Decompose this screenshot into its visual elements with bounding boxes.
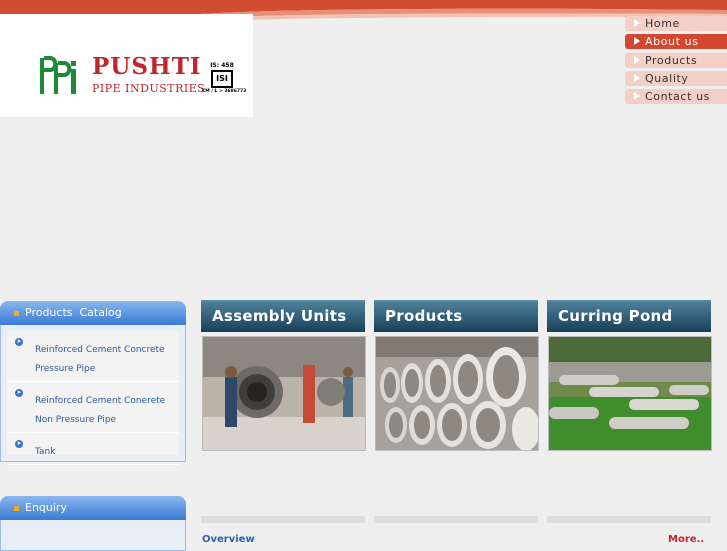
curing-pond-photo xyxy=(548,336,712,451)
nav-label: Home xyxy=(645,17,680,30)
panel-body xyxy=(0,520,186,551)
section-footer xyxy=(201,516,365,523)
brand-subtitle: PIPE INDUSTRIES xyxy=(92,82,206,95)
nav-item-quality[interactable]: Quality xyxy=(625,70,727,86)
panel-title: Products Catalog xyxy=(25,306,122,319)
catalog-list: ➤ Reinforced Cement Concrete Pressure Pi… xyxy=(7,331,179,465)
section-curring-pond: Curring Pond xyxy=(547,300,712,523)
catalog-item-label: Reinforced Cement Conerete Non Pressure … xyxy=(35,396,166,425)
nav-label: Quality xyxy=(645,71,689,85)
nav-label: Contact us xyxy=(645,90,710,104)
section-assembly-units: Assembly Units xyxy=(201,300,366,523)
section-header: Curring Pond xyxy=(547,300,711,332)
section-title: Assembly Units xyxy=(212,307,347,325)
section-products: Products xyxy=(374,300,539,523)
ppi-logo-mark xyxy=(38,55,80,97)
isi-certification: IS: 458 ISI CM / L > 3686773 xyxy=(202,62,247,98)
factory-workers-photo xyxy=(202,336,366,451)
section-title: Products xyxy=(385,307,463,325)
arrow-right-icon xyxy=(634,92,640,101)
catalog-item-label: Reinforced Cement Concrete Pressure Pipe xyxy=(35,345,165,374)
products-catalog-panel: Products Catalog ➤ Reinforced Cement Con… xyxy=(0,301,186,465)
catalog-item-rcc-non-pressure-pipe[interactable]: ➤ Reinforced Cement Conerete Non Pressur… xyxy=(7,382,179,433)
nav-item-contact-us[interactable]: Contact us xyxy=(625,89,727,105)
cert-standard: IS: 458 xyxy=(210,62,234,69)
section-title: Curring Pond xyxy=(558,307,673,325)
arrow-right-icon xyxy=(634,55,640,64)
brand-name: PUSHTI xyxy=(92,53,202,80)
arrow-circle-icon: ➤ xyxy=(15,338,23,346)
bullet-icon xyxy=(14,311,19,316)
section-header: Products xyxy=(374,300,538,332)
more-link[interactable]: More.. xyxy=(668,534,704,545)
arrow-circle-icon: ➤ xyxy=(15,389,23,397)
arrow-right-icon xyxy=(634,37,640,46)
panel-header[interactable]: Enquiry xyxy=(0,496,186,520)
nav-item-products[interactable]: Products xyxy=(625,52,727,68)
concrete-pipes-photo xyxy=(375,336,539,451)
arrow-circle-icon: ➤ xyxy=(15,440,23,448)
panel-header: Products Catalog xyxy=(0,301,186,325)
section-header: Assembly Units xyxy=(201,300,365,332)
overview-link[interactable]: Overview xyxy=(202,534,255,545)
bullet-icon xyxy=(14,506,19,511)
cert-licence: CM / L > 3686773 xyxy=(202,89,247,94)
isi-mark-icon: ISI xyxy=(211,70,233,88)
section-content xyxy=(374,452,538,516)
nav-label: About us xyxy=(645,35,699,49)
nav-label: Products xyxy=(645,53,698,67)
panel-body: ➤ Reinforced Cement Concrete Pressure Pi… xyxy=(0,325,186,465)
section-footer xyxy=(547,516,711,523)
arrow-right-icon xyxy=(634,19,640,27)
nav-item-home[interactable]: Home xyxy=(625,16,727,31)
catalog-item-tank[interactable]: ➤ Tank xyxy=(7,433,179,465)
section-content xyxy=(547,452,711,516)
section-content xyxy=(201,452,365,516)
enquiry-panel: Enquiry xyxy=(0,496,186,551)
arrow-right-icon xyxy=(634,73,640,82)
catalog-item-rcc-pressure-pipe[interactable]: ➤ Reinforced Cement Concrete Pressure Pi… xyxy=(7,331,179,382)
main-nav: Home About us Products Quality Contact u… xyxy=(625,16,727,107)
section-footer xyxy=(374,516,538,523)
catalog-item-label: Tank xyxy=(35,447,56,457)
nav-item-about-us[interactable]: About us xyxy=(625,34,727,50)
panel-title: Enquiry xyxy=(25,501,67,514)
